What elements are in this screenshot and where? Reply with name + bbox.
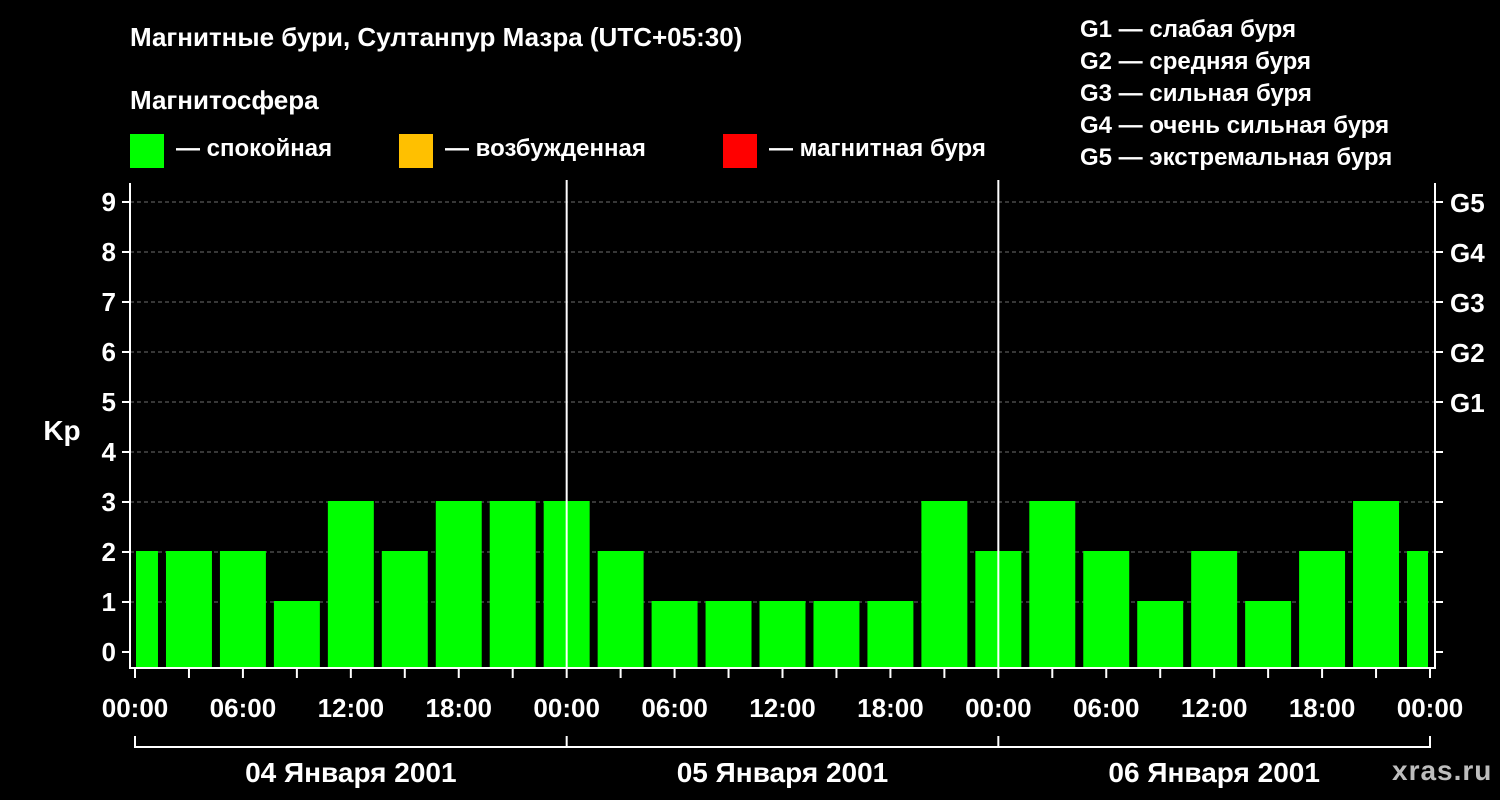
y-tick-label: 7 bbox=[102, 287, 116, 317]
kp-bar bbox=[597, 551, 644, 668]
y-tick-label: 0 bbox=[102, 637, 116, 667]
x-tick-label: 00:00 bbox=[533, 693, 600, 723]
x-tick-label: 00:00 bbox=[965, 693, 1032, 723]
g-level-label: G3 bbox=[1450, 288, 1485, 318]
x-tick-label: 18:00 bbox=[857, 693, 924, 723]
kp-bar bbox=[1407, 551, 1428, 668]
kp-bar bbox=[165, 551, 212, 668]
y-axis-title: Kp bbox=[43, 415, 80, 446]
y-tick-label: 2 bbox=[102, 537, 116, 567]
kp-bar bbox=[1191, 551, 1238, 668]
kp-bar bbox=[651, 601, 698, 668]
kp-bar bbox=[1029, 501, 1076, 668]
kp-bar bbox=[921, 501, 968, 668]
y-tick-label: 8 bbox=[102, 237, 116, 267]
kp-bar bbox=[489, 501, 536, 668]
g-level-label: G4 bbox=[1450, 238, 1485, 268]
kp-bar bbox=[1083, 551, 1130, 668]
x-tick-label: 12:00 bbox=[1181, 693, 1248, 723]
kp-bar bbox=[705, 601, 752, 668]
x-tick-label: 18:00 bbox=[1289, 693, 1356, 723]
day-label: 04 Января 2001 bbox=[245, 757, 457, 788]
day-label: 06 Января 2001 bbox=[1108, 757, 1320, 788]
x-tick-label: 00:00 bbox=[102, 693, 169, 723]
kp-bar bbox=[1299, 551, 1346, 668]
x-tick-label: 12:00 bbox=[318, 693, 385, 723]
kp-bar bbox=[867, 601, 914, 668]
y-tick-label: 4 bbox=[102, 437, 117, 467]
x-tick-label: 06:00 bbox=[641, 693, 708, 723]
kp-bar bbox=[1245, 601, 1292, 668]
kp-bar bbox=[759, 601, 806, 668]
y-tick-label: 5 bbox=[102, 387, 116, 417]
kp-bar bbox=[273, 601, 320, 668]
y-tick-label: 3 bbox=[102, 487, 116, 517]
kp-bar bbox=[136, 551, 158, 668]
x-tick-label: 12:00 bbox=[749, 693, 816, 723]
y-tick-label: 1 bbox=[102, 587, 116, 617]
x-tick-label: 06:00 bbox=[1073, 693, 1140, 723]
x-tick-label: 00:00 bbox=[1397, 693, 1464, 723]
x-tick-label: 06:00 bbox=[210, 693, 277, 723]
kp-bar bbox=[1353, 501, 1400, 668]
y-tick-label: 6 bbox=[102, 337, 116, 367]
x-tick-label: 18:00 bbox=[426, 693, 493, 723]
kp-bar bbox=[219, 551, 266, 668]
kp-bar bbox=[435, 501, 482, 668]
kp-chart: 0 1 2 3 4 5 6 7 8 9 G1 G2 G3 G4 G5 Kp 00:00 06:00 12:00 18:… bbox=[43, 180, 1485, 788]
y-tick-label: 9 bbox=[102, 187, 116, 217]
kp-bar bbox=[381, 551, 428, 668]
g-level-label: G5 bbox=[1450, 188, 1485, 218]
watermark: xras.ru bbox=[1392, 755, 1493, 786]
kp-bar bbox=[327, 501, 374, 668]
kp-bar bbox=[1137, 601, 1184, 668]
g-level-label: G1 bbox=[1450, 388, 1485, 418]
kp-bar bbox=[813, 601, 860, 668]
g-level-label: G2 bbox=[1450, 338, 1485, 368]
day-label: 05 Января 2001 bbox=[677, 757, 889, 788]
